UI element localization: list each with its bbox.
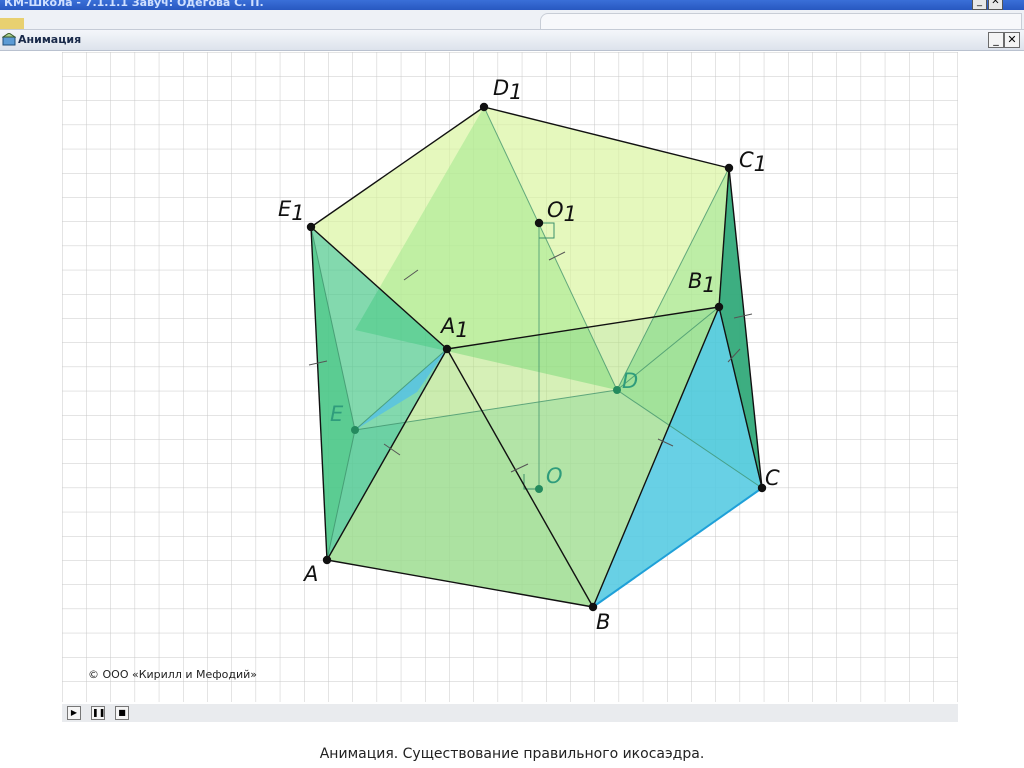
close-button[interactable]: ✕ xyxy=(1004,32,1020,48)
outer-minimize-button[interactable]: _ xyxy=(972,0,987,10)
vertex-label-a: A xyxy=(302,562,318,586)
vertex-label-e1: E1 xyxy=(278,197,305,225)
vertex-label-c1: C1 xyxy=(739,148,767,176)
vertex-label-c: C xyxy=(765,466,780,490)
outer-window-titlebar: КМ-Школа - 7.1.1.1 Завуч: Одегова С. П. … xyxy=(0,0,1024,10)
vertex-label-o: O xyxy=(546,464,563,488)
vertex-label-b: B xyxy=(596,610,610,634)
app-icon xyxy=(0,18,24,29)
vertex-label-b1: B1 xyxy=(688,269,716,297)
window-title: Анимация xyxy=(18,33,82,46)
background-app-strip xyxy=(0,10,1024,30)
animation-canvas: A B C D E O A1 B1 C1 D1 E1 O1 xyxy=(62,52,958,702)
copyright-text: © ООО «Кирилл и Мефодий» xyxy=(88,668,258,681)
vertex-label-o1: O1 xyxy=(547,198,577,226)
minimize-button[interactable]: _ xyxy=(988,32,1004,48)
vertex-label-e: E xyxy=(330,402,344,426)
playback-controls: ▶ ❚❚ ■ xyxy=(62,704,958,722)
animation-window-titlebar: Анимация _ ✕ xyxy=(0,30,1024,51)
play-icon[interactable]: ▶ xyxy=(67,706,81,720)
outer-close-button[interactable]: ✕ xyxy=(988,0,1003,10)
animation-caption: Анимация. Существование правильного икос… xyxy=(319,746,705,762)
background-panel-edge xyxy=(540,13,1022,29)
animation-window-icon xyxy=(2,33,16,46)
pause-icon[interactable]: ❚❚ xyxy=(91,706,105,720)
vertex-label-d1: D1 xyxy=(493,76,523,104)
vertex-label-d: D xyxy=(622,369,638,393)
outer-window-title: КМ-Школа - 7.1.1.1 Завуч: Одегова С. П. xyxy=(4,0,264,9)
stop-icon[interactable]: ■ xyxy=(115,706,129,720)
vertex-label-a1: A1 xyxy=(439,314,469,342)
